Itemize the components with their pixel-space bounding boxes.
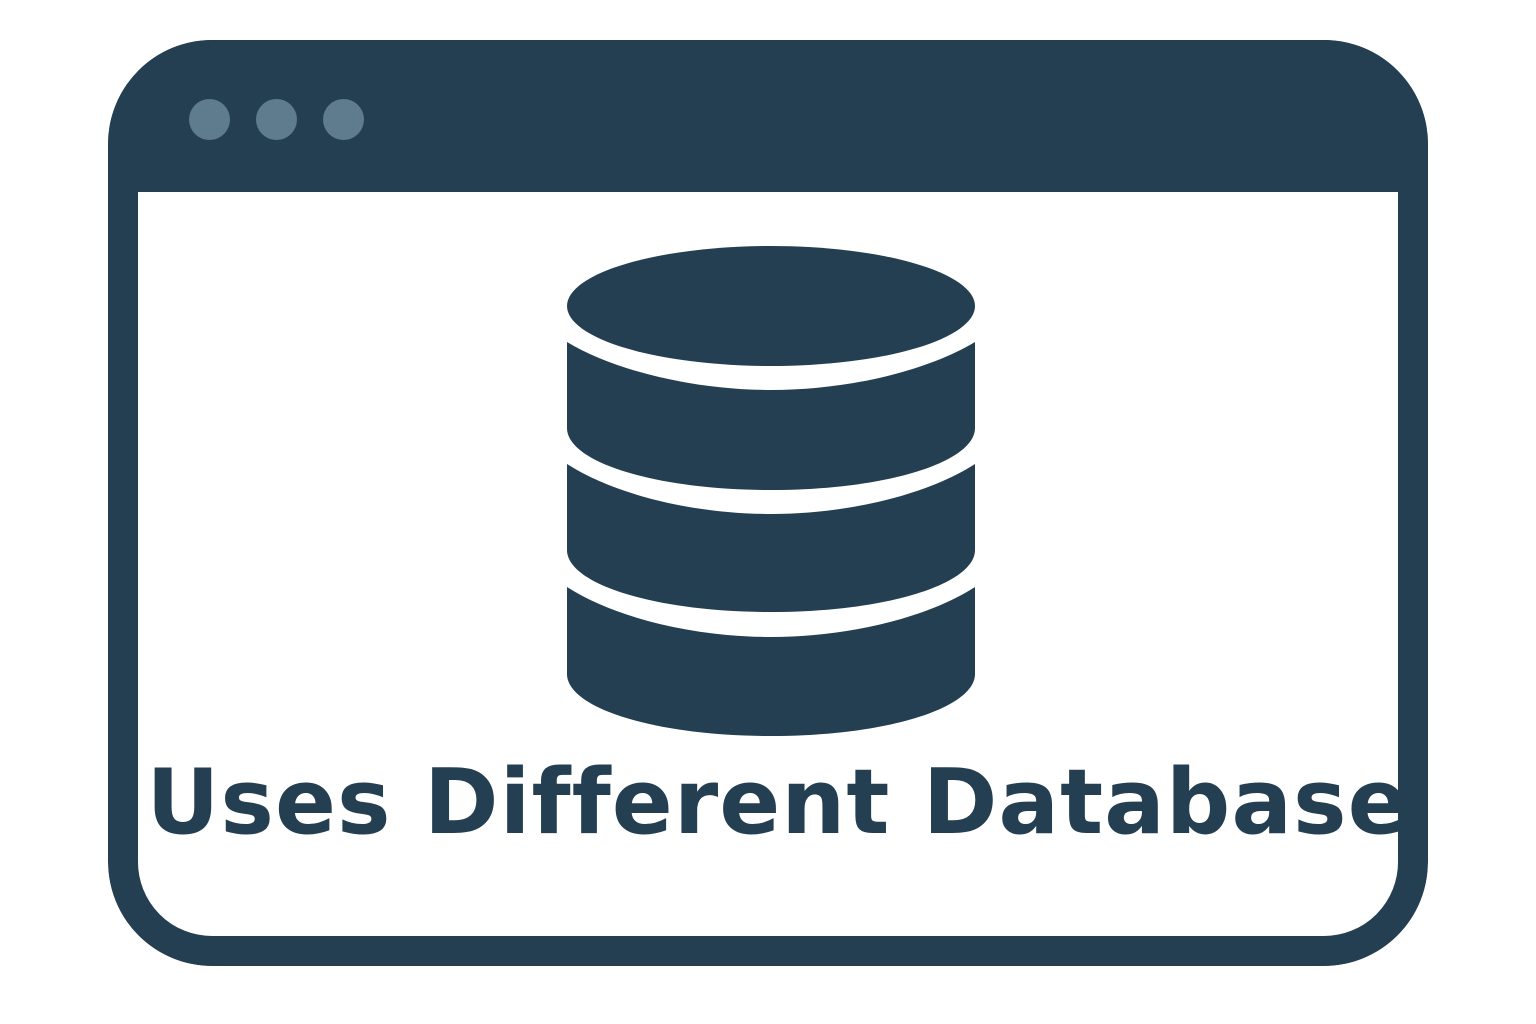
window-control-dot-2[interactable] [256, 99, 297, 140]
database-icon [567, 246, 975, 736]
window-control-dot-1[interactable] [189, 99, 230, 140]
database-top-disk [567, 246, 975, 366]
window-control-dot-3[interactable] [323, 99, 364, 140]
window-title-bar [108, 40, 1428, 192]
caption-title: Uses Different Database [146, 750, 1410, 855]
canvas: Uses Different Database [0, 0, 1536, 1024]
